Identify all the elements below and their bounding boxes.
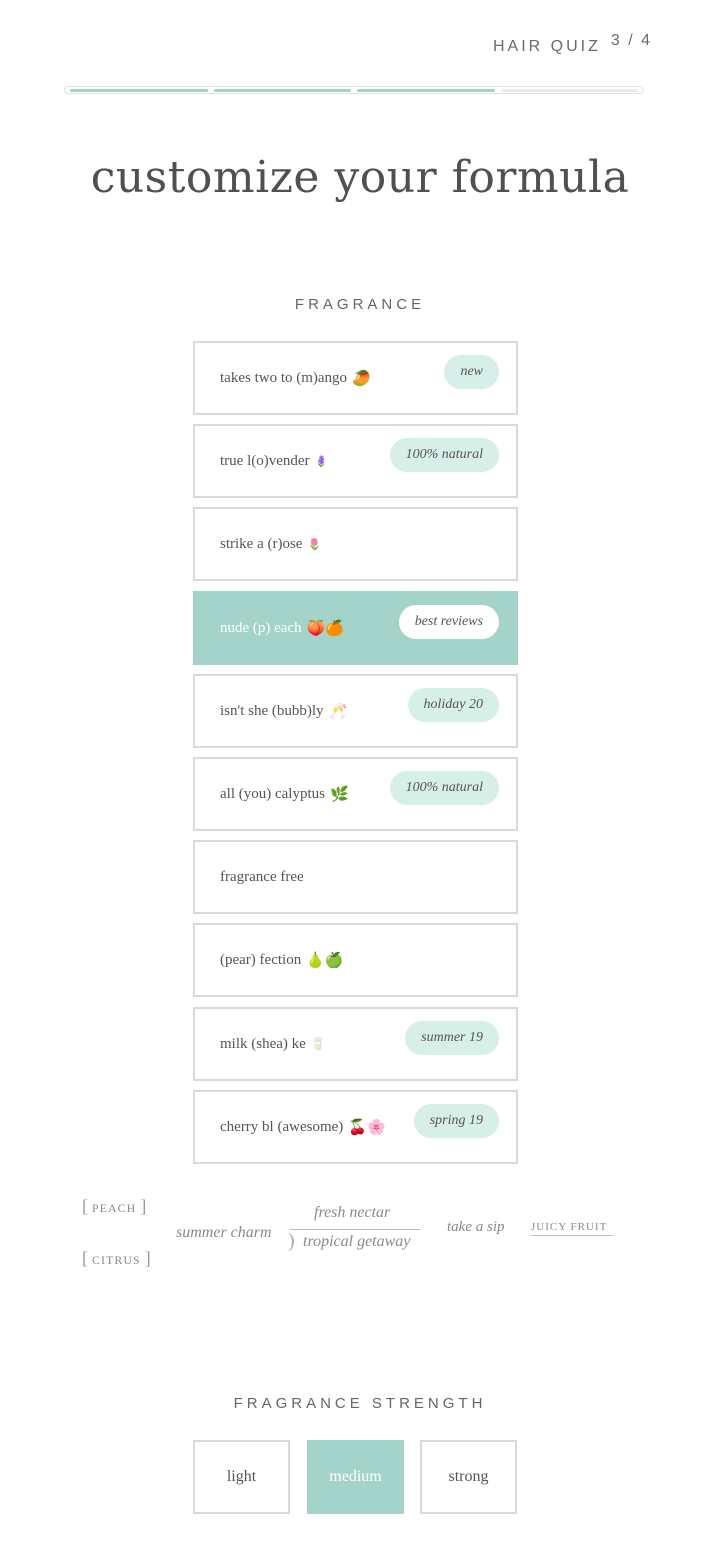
option-badge: spring 19 bbox=[413, 1104, 499, 1138]
tag-underline bbox=[531, 1235, 613, 1236]
fragrance-option-shea[interactable]: milk (shea) ke 🥛 summer 19 bbox=[193, 1007, 518, 1081]
tag-juicy-fruit: JUICY FRUIT bbox=[531, 1221, 613, 1236]
fragrance-option-mango[interactable]: takes two to (m)ango 🥭 new bbox=[193, 341, 518, 415]
fragrance-option-pear[interactable]: (pear) fection 🍐🍏 bbox=[193, 923, 518, 997]
tag-citrus-text: CITRUS bbox=[92, 1253, 141, 1267]
option-badge: 100% natural bbox=[389, 438, 499, 472]
fragrance-option-bubbly[interactable]: isn't she (bubb)ly 🥂 holiday 20 bbox=[193, 674, 518, 748]
strength-option-light[interactable]: light bbox=[193, 1440, 290, 1514]
option-label: (pear) fection bbox=[220, 951, 302, 968]
strength-option-strong[interactable]: strong bbox=[420, 1440, 517, 1514]
fragrance-option-free[interactable]: fragrance free bbox=[193, 840, 518, 914]
page-title: customize your formula bbox=[90, 152, 630, 203]
quiz-progress-bar bbox=[64, 86, 644, 94]
quiz-label: HAIR QUIZ bbox=[493, 38, 601, 55]
option-label: true l(o)vender bbox=[220, 452, 310, 469]
fragrance-option-lavender[interactable]: true l(o)vender 🪻 100% natural bbox=[193, 424, 518, 498]
option-label: takes two to (m)ango bbox=[220, 369, 348, 386]
milk-icon: 🥛 bbox=[310, 1036, 326, 1051]
fragrance-option-rose[interactable]: strike a (r)ose 🌷 bbox=[193, 507, 518, 581]
tag-citrus: [ CITRUS ] bbox=[82, 1248, 151, 1268]
tag-fresh-nectar: fresh nectar bbox=[314, 1204, 391, 1221]
strength-option-medium[interactable]: medium bbox=[307, 1440, 404, 1514]
tag-divider bbox=[290, 1229, 420, 1230]
option-label: nude (p) each bbox=[220, 619, 302, 636]
herb-icon: 🌿 bbox=[329, 786, 349, 803]
option-label: milk (shea) ke bbox=[220, 1035, 306, 1052]
progress-segment-2 bbox=[213, 88, 351, 92]
progress-segment-4 bbox=[500, 88, 638, 92]
option-badge: new bbox=[444, 355, 499, 389]
progress-segment-3 bbox=[357, 88, 495, 92]
option-label: fragrance free bbox=[220, 868, 304, 885]
option-label: all (you) calyptus bbox=[220, 785, 325, 802]
option-badge: holiday 20 bbox=[407, 688, 499, 722]
fragrance-option-eucalyptus[interactable]: all (you) calyptus 🌿 100% natural bbox=[193, 757, 518, 831]
progress-segment-1 bbox=[70, 88, 208, 92]
fragrance-heading: FRAGRANCE bbox=[294, 296, 426, 313]
fragrance-option-cherry[interactable]: cherry bl (awesome) 🍒🌸 spring 19 bbox=[193, 1090, 518, 1164]
tag-tropical-getaway: tropical getaway bbox=[303, 1233, 411, 1250]
tag-peach-text: PEACH bbox=[92, 1201, 137, 1215]
tag-summer-charm: summer charm bbox=[176, 1224, 272, 1241]
quiz-header: HAIR QUIZ 3 / 4 bbox=[493, 32, 652, 56]
option-badge: best reviews bbox=[398, 605, 499, 639]
option-label: cherry bl (awesome) bbox=[220, 1118, 344, 1135]
option-badge: 100% natural bbox=[389, 771, 499, 805]
peach-icon: 🍑🍊 bbox=[306, 620, 344, 637]
cherry-blossom-icon: 🍒🌸 bbox=[348, 1119, 386, 1136]
tag-bracket-curve: ) bbox=[288, 1230, 295, 1252]
lavender-icon: 🪻 bbox=[314, 455, 329, 468]
pear-icon: 🍐🍏 bbox=[306, 952, 344, 969]
fragrance-option-peach[interactable]: nude (p) each 🍑🍊 best reviews bbox=[193, 591, 518, 665]
option-badge: summer 19 bbox=[405, 1021, 499, 1055]
strength-heading: FRAGRANCE STRENGTH bbox=[233, 1395, 487, 1412]
rose-icon: 🌷 bbox=[307, 538, 322, 551]
tag-juicy-fruit-text: JUICY FRUIT bbox=[531, 1221, 608, 1233]
option-label: isn't she (bubb)ly bbox=[220, 702, 324, 719]
champagne-icon: 🥂 bbox=[328, 703, 348, 720]
quiz-step-indicator: 3 / 4 bbox=[610, 32, 653, 49]
tag-peach: [ PEACH ] bbox=[82, 1196, 147, 1216]
tag-take-a-sip: take a sip bbox=[447, 1219, 505, 1235]
option-label: strike a (r)ose bbox=[220, 535, 303, 552]
mango-icon: 🥭 bbox=[352, 370, 371, 387]
